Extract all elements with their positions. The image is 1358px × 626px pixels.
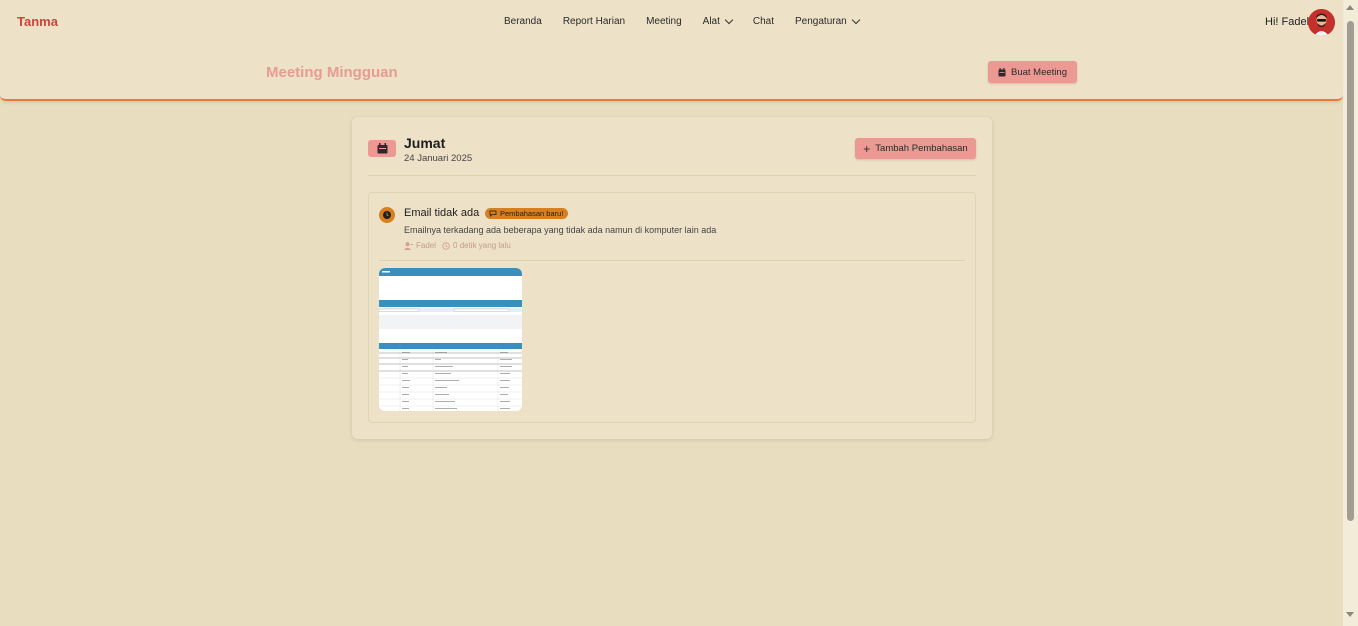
add-topic-label: Tambah Pembahasan	[875, 143, 968, 154]
nav-item-label: Chat	[752, 16, 775, 27]
nav-item-label: Report Harian	[562, 16, 626, 27]
nav-item-label: Beranda	[504, 16, 542, 27]
scroll-down-icon[interactable]	[1346, 612, 1354, 617]
meeting-date: 24 Januari 2025	[404, 153, 473, 164]
screenshot-image	[379, 268, 522, 411]
avatar-icon	[1308, 9, 1335, 36]
badge-label: Pembahasan baru!	[500, 209, 564, 218]
user-icon	[404, 241, 413, 250]
meeting-day: Jumat	[404, 135, 446, 151]
topic-time: 0 detik yang lalu	[453, 241, 511, 250]
nav-item-pengaturan[interactable]: Pengaturan	[795, 15, 860, 27]
attachment-thumbnail[interactable]	[379, 268, 522, 411]
divider	[379, 260, 965, 261]
meeting-card: Jumat 24 Januari 2025 + Tambah Pembahasa…	[352, 117, 992, 439]
topic-author: Fadel	[416, 241, 437, 250]
scroll-thumb[interactable]	[1347, 21, 1354, 521]
chevron-down-icon	[851, 15, 860, 24]
create-meeting-button[interactable]: Buat Meeting	[988, 61, 1077, 83]
calendar-icon	[998, 67, 1006, 76]
calendar-icon	[368, 140, 396, 157]
top-navbar: Tanma Beranda Report Harian Meeting Alat…	[0, 0, 1343, 46]
plus-icon: +	[863, 141, 871, 156]
chevron-down-icon	[724, 15, 734, 24]
page-header: Meeting Mingguan Buat Meeting	[0, 46, 1343, 101]
topic-title: Email tidak ada	[404, 207, 480, 219]
nav-item-label: Meeting	[646, 16, 682, 27]
nav-item-label: Alat	[702, 16, 720, 27]
clock-icon	[379, 207, 395, 223]
topic-meta: Fadel 0 detik yang lalu	[404, 241, 511, 250]
topic-description: Emailnya terkadang ada beberapa yang tid…	[404, 225, 717, 235]
chat-bubble-icon	[489, 210, 497, 217]
nav-item-label: Pengaturan	[795, 16, 847, 27]
nav-item-meeting[interactable]: Meeting	[646, 16, 682, 27]
topic-item: Email tidak ada Pembahasan baru! Emailny…	[368, 192, 976, 423]
page-title: Meeting Mingguan	[266, 64, 398, 81]
user-avatar[interactable]	[1308, 9, 1335, 36]
new-topic-badge: Pembahasan baru!	[485, 208, 569, 219]
divider	[368, 175, 976, 176]
brand-logo[interactable]: Tanma	[17, 14, 58, 29]
nav-item-report-harian[interactable]: Report Harian	[563, 16, 625, 27]
nav-item-beranda[interactable]: Beranda	[504, 16, 542, 27]
nav-item-chat[interactable]: Chat	[753, 16, 774, 27]
scroll-up-icon[interactable]	[1346, 5, 1354, 10]
nav-links: Beranda Report Harian Meeting Alat Chat …	[504, 15, 880, 27]
create-meeting-label: Buat Meeting	[1011, 66, 1067, 78]
page-scrollbar[interactable]	[1343, 0, 1358, 626]
clock-icon	[442, 241, 450, 250]
nav-item-alat[interactable]: Alat	[702, 15, 734, 27]
user-greeting: Hi! Fadel	[1265, 16, 1310, 28]
add-topic-button[interactable]: + Tambah Pembahasan	[855, 138, 976, 159]
